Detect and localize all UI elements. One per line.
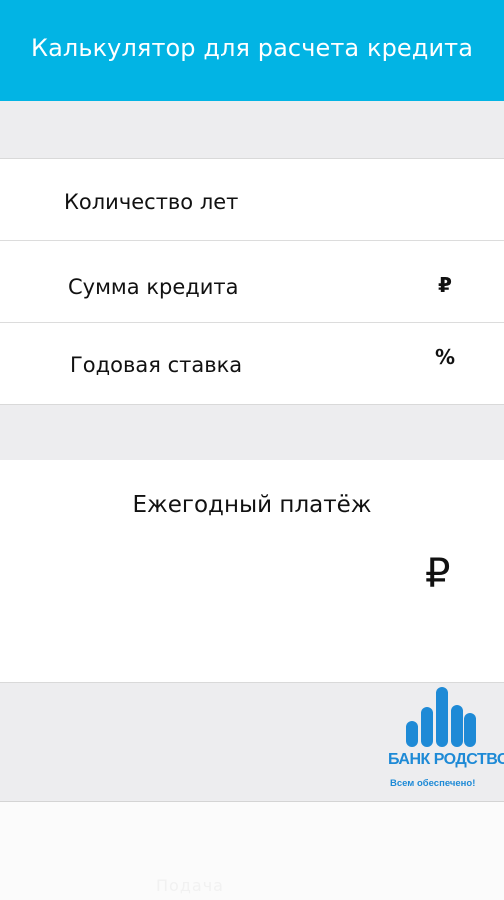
amount-row: Сумма кредита ₽ [0,241,504,323]
amount-label: Сумма кредита [68,275,239,299]
section-spacer [0,405,504,460]
page-title: Калькулятор для расчета кредита [30,34,474,62]
bank-slogan: Всем обеспечено! [390,778,476,789]
years-input[interactable] [314,183,444,217]
years-row: Количество лет [0,159,504,241]
bottom-area: Подача [0,802,504,900]
bank-name: БАНК РОДСТВО [388,751,504,768]
section-spacer [0,101,504,158]
years-label: Количество лет [64,190,239,214]
ruble-icon: ₽ [438,273,452,297]
bar-chart-logo-icon [406,687,476,747]
loan-input-form: Количество лет Сумма кредита ₽ Годовая с… [0,158,504,405]
result-panel: Ежегодный платёж ₽ [0,460,504,683]
ad-banner[interactable]: БАНК РОДСТВО Всем обеспечено! [0,683,504,802]
percent-icon: % [435,345,456,369]
rate-input[interactable] [314,347,444,381]
app-bar: Калькулятор для расчета кредита [0,0,504,101]
rate-row: Годовая ставка % [0,323,504,405]
result-title: Ежегодный платёж [132,492,372,518]
ruble-icon: ₽ [425,551,451,597]
faded-text: Подача [156,876,224,895]
amount-input[interactable] [314,265,444,299]
bank-logo[interactable]: БАНК РОДСТВО Всем обеспечено! [384,683,504,801]
rate-label: Годовая ставка [70,353,243,377]
